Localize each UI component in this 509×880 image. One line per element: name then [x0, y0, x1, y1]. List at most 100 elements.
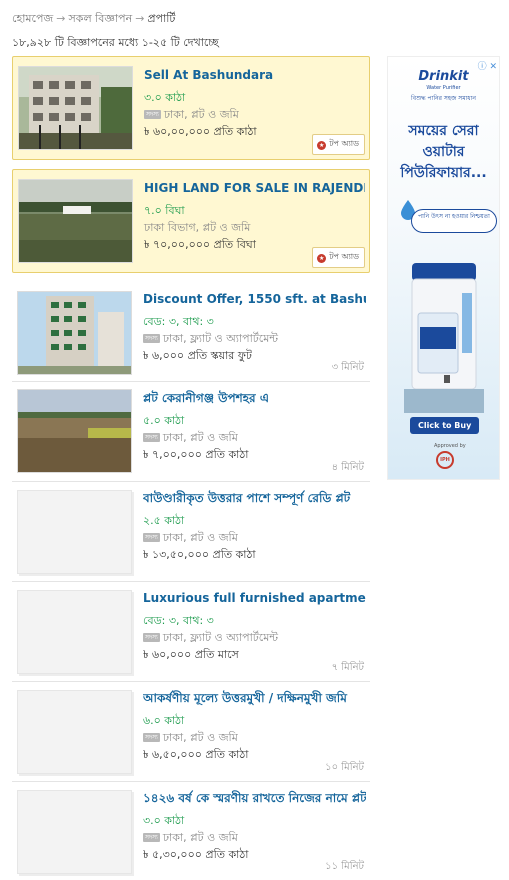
ad-list: Sell At Bashundara ৩.০ কাঠা সদস্য ঢাকা, প…: [12, 56, 370, 880]
list-item[interactable]: বাউণ্ডারীকৃত উত্তরার পাশে সম্পূর্ণ রেডি …: [12, 482, 370, 582]
breadcrumb-current: প্রপার্টি: [147, 12, 176, 25]
list-item[interactable]: প্লট কেরানীগঞ্জ উপশহর এ ৫.০ কাঠা সদস্য ঢা…: [12, 382, 370, 482]
member-badge: সদস্য: [143, 433, 160, 442]
result-count: ১৮,৯২৮ টি বিজ্ঞাপনের মধ্যে ১-২৫ টি দেখাচ…: [12, 36, 219, 49]
ad-location: সদস্য ঢাকা, প্লট ও জমি: [144, 106, 365, 121]
breadcrumb: হোমপেজ → সকল বিজ্ঞাপন → প্রপার্টি: [12, 10, 175, 29]
top-ad-item[interactable]: Sell At Bashundara ৩.০ কাঠা সদস্য ঢাকা, প…: [12, 56, 370, 160]
ad-info: Luxurious full furnished apartment at Ba…: [143, 590, 366, 661]
member-badge: সদস্য: [143, 633, 160, 642]
ad-title[interactable]: Sell At Bashundara: [144, 67, 365, 83]
ad-location-text: ঢাকা, ফ্ল্যাট ও অ্যাপার্টমেন্ট: [162, 332, 278, 345]
ad-size: ৫.০ কাঠা: [143, 414, 185, 427]
list-item[interactable]: ১৪২৬ বর্ষ কে স্মরণীয় রাখতে নিজের নামে প…: [12, 782, 370, 880]
ad-size: ৩.০ কাঠা: [144, 91, 186, 104]
ad-location: সদস্য ঢাকা, প্লট ও জমি: [143, 829, 366, 844]
breadcrumb-all-ads-link[interactable]: সকল বিজ্ঞাপন: [69, 12, 133, 25]
medal-icon: ★: [317, 254, 327, 263]
ad-title[interactable]: ১৪২৬ বর্ষ কে স্মরণীয় রাখতে নিজের নামে প…: [143, 790, 366, 806]
approval-seal: IPH: [436, 451, 454, 469]
ad-price: ৳ ৬০,০০০ প্রতি মাসে: [143, 648, 239, 661]
field-photo: [19, 180, 132, 262]
banner-headline: সময়ের সেরা ওয়াটার পিউরিফায়ার...: [400, 123, 487, 181]
ad-location: সদস্য ঢাকা, প্লট ও জমি: [143, 729, 366, 744]
water-purifier-icon: [404, 263, 484, 413]
click-to-buy-button[interactable]: Click to Buy: [410, 417, 480, 434]
ad-price: ৳ ৬,০০০ প্রতি স্কয়ার ফুট: [143, 349, 252, 362]
ad-thumbnail[interactable]: [18, 179, 133, 263]
ad-title[interactable]: আকর্ষণীয় মূল্যে উত্তরমুখী / দক্ষিনমুখী …: [143, 690, 366, 706]
ad-thumbnail-placeholder[interactable]: [17, 790, 132, 874]
ad-price: ৳ ৬,৫০,০০০ প্রতি কাঠা: [143, 748, 249, 761]
banner-pill: পানি উৎস না হওয়ার নিশ্চয়তা: [411, 209, 497, 233]
brand-logo: Drinkit Water Purifier: [388, 65, 499, 91]
ad-title[interactable]: বাউণ্ডারীকৃত উত্তরার পাশে সম্পূর্ণ রেডি …: [143, 490, 366, 506]
ad-location: সদস্য ঢাকা, ফ্ল্যাট ও অ্যাপার্টমেন্ট: [143, 330, 366, 345]
ad-time: ৪ মিনিট: [331, 462, 364, 473]
side-banner-ad[interactable]: ⓘ ✕ Drinkit Water Purifier বিশুদ্ধ পানির…: [387, 56, 500, 480]
ad-location: ঢাকা বিভাগ, প্লট ও জমি: [144, 219, 365, 234]
ad-price: ৳ ১৩,৫০,০০০ প্রতি কাঠা: [143, 548, 256, 561]
ad-time: ৭ মিনিট: [331, 662, 364, 673]
ad-info: প্লট কেরানীগঞ্জ উপশহর এ ৫.০ কাঠা সদস্য ঢা…: [143, 390, 366, 461]
member-badge: সদস্য: [143, 334, 160, 343]
ad-title[interactable]: Discount Offer, 1550 sft. at Bashundhara: [143, 291, 366, 307]
land-photo: [18, 390, 131, 472]
ad-info: বাউণ্ডারীকৃত উত্তরার পাশে সম্পূর্ণ রেডি …: [143, 490, 366, 561]
top-ad-item[interactable]: HIGH LAND FOR SALE IN RAJENDRAPUR ৭.০ বি…: [12, 169, 370, 273]
ad-location-text: ঢাকা, প্লট ও জমি: [162, 431, 238, 444]
ad-size: ৭.০ বিঘা: [144, 204, 185, 217]
banner-tagline: বিশুদ্ধ পানির সহজ সমাধান: [411, 95, 476, 102]
breadcrumb-home-link[interactable]: হোমপেজ: [12, 12, 53, 25]
ad-location: সদস্য ঢাকা, প্লট ও জমি: [143, 529, 366, 544]
ad-thumbnail[interactable]: [17, 291, 132, 375]
list-item[interactable]: Discount Offer, 1550 sft. at Bashundhara…: [12, 283, 370, 382]
brand-name: Drinkit: [418, 69, 469, 84]
building-photo: [19, 67, 132, 149]
ad-price: ৳ ৭,০০,০০০ প্রতি কাঠা: [143, 448, 249, 461]
ad-thumbnail[interactable]: [18, 66, 133, 150]
top-ad-button[interactable]: ★ টপ অ্যাড: [312, 247, 365, 268]
ad-location-text: ঢাকা বিভাগ, প্লট ও জমি: [144, 221, 251, 234]
ad-title[interactable]: Luxurious full furnished apartment at Ba…: [143, 590, 366, 606]
top-ad-label: টপ অ্যাড: [329, 139, 359, 148]
breadcrumb-separator: →: [56, 12, 66, 25]
ad-info: ১৪২৬ বর্ষ কে স্মরণীয় রাখতে নিজের নামে প…: [143, 790, 366, 861]
ad-location-text: ঢাকা, ফ্ল্যাট ও অ্যাপার্টমেন্ট: [162, 631, 278, 644]
ad-thumbnail-placeholder[interactable]: [17, 590, 132, 674]
member-badge: সদস্য: [144, 110, 161, 119]
ad-thumbnail-placeholder[interactable]: [17, 690, 132, 774]
tower-photo: [18, 292, 131, 374]
list-item[interactable]: Luxurious full furnished apartment at Ba…: [12, 582, 370, 682]
ad-location: সদস্য ঢাকা, ফ্ল্যাট ও অ্যাপার্টমেন্ট: [143, 629, 366, 644]
list-item[interactable]: আকর্ষণীয় মূল্যে উত্তরমুখী / দক্ষিনমুখী …: [12, 682, 370, 782]
ad-size: ৬.০ কাঠা: [143, 714, 185, 727]
ad-time: ১০ মিনিট: [325, 762, 364, 773]
medal-icon: ★: [317, 141, 327, 150]
ad-title[interactable]: প্লট কেরানীগঞ্জ উপশহর এ: [143, 390, 366, 406]
ad-thumbnail-placeholder[interactable]: [17, 490, 132, 574]
ad-info: Discount Offer, 1550 sft. at Bashundhara…: [143, 291, 366, 362]
member-badge: সদস্য: [143, 533, 160, 542]
ad-size: বেড: ৩, বাথ: ৩: [143, 315, 214, 328]
ad-info: Sell At Bashundara ৩.০ কাঠা সদস্য ঢাকা, প…: [144, 67, 365, 138]
top-ad-label: টপ অ্যাড: [329, 252, 359, 261]
ad-time: ৩ মিনিট: [331, 362, 364, 373]
ad-thumbnail[interactable]: [17, 389, 132, 473]
breadcrumb-separator: →: [135, 12, 145, 25]
top-ad-button[interactable]: ★ টপ অ্যাড: [312, 134, 365, 155]
member-badge: সদস্য: [143, 733, 160, 742]
ad-size: ২.৫ কাঠা: [143, 514, 185, 527]
ad-location-text: ঢাকা, প্লট ও জমি: [162, 731, 238, 744]
ad-info: HIGH LAND FOR SALE IN RAJENDRAPUR ৭.০ বি…: [144, 180, 365, 251]
ad-location-text: ঢাকা, প্লট ও জমি: [163, 108, 239, 121]
approved-by-label: Approved by: [434, 443, 466, 449]
ad-location: সদস্য ঢাকা, প্লট ও জমি: [143, 429, 366, 444]
brand-sub: Water Purifier: [426, 85, 461, 91]
ad-location-text: ঢাকা, প্লট ও জমি: [162, 831, 238, 844]
ad-price: ৳ ৫,৩০,০০০ প্রতি কাঠা: [143, 848, 249, 861]
ad-time: ১১ মিনিট: [325, 861, 364, 872]
member-badge: সদস্য: [143, 833, 160, 842]
ad-size: বেড: ৩, বাথ: ৩: [143, 614, 214, 627]
ad-title[interactable]: HIGH LAND FOR SALE IN RAJENDRAPUR: [144, 180, 365, 196]
